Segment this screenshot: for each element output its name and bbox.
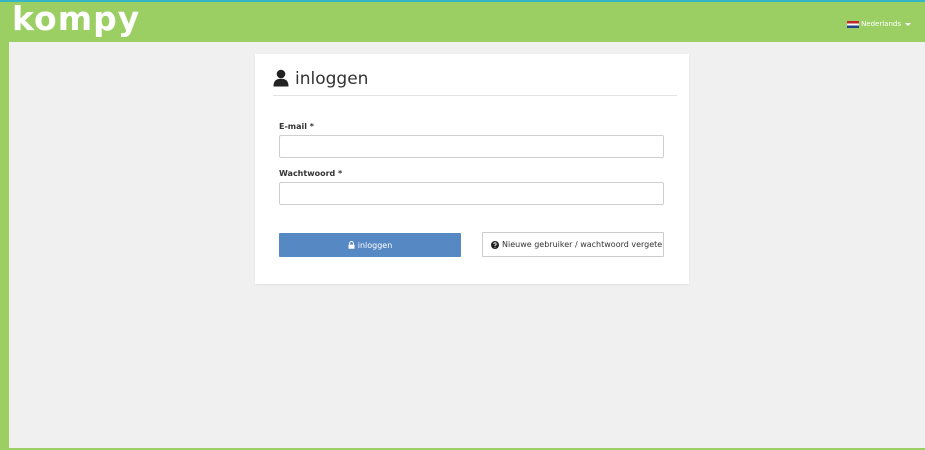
new-user-forgot-password-button[interactable]: Nieuwe gebruiker / wachtwoord vergeten xyxy=(482,232,664,257)
page: kompy Nederlands inloggen E-mail * Wacht… xyxy=(0,0,925,450)
lock-icon xyxy=(348,241,355,249)
new-user-button-label: Nieuwe gebruiker / wachtwoord vergeten xyxy=(502,240,664,249)
email-label: E-mail * xyxy=(279,122,314,131)
language-selector[interactable]: Nederlands xyxy=(847,20,911,28)
password-label: Wachtwoord * xyxy=(279,169,343,178)
question-circle-icon xyxy=(491,240,499,249)
chevron-down-icon xyxy=(905,22,911,26)
kompy-logo[interactable]: kompy xyxy=(12,0,140,39)
user-icon xyxy=(273,69,289,87)
password-input[interactable] xyxy=(279,182,664,205)
top-navbar: kompy Nederlands xyxy=(0,0,925,42)
flag-nl-icon xyxy=(847,20,860,28)
language-label: Nederlands xyxy=(861,20,901,28)
login-button-label: inloggen xyxy=(357,240,393,250)
left-border xyxy=(0,42,9,450)
email-input[interactable] xyxy=(279,135,664,158)
login-card: inloggen E-mail * Wachtwoord * inloggen … xyxy=(255,54,689,284)
page-title: inloggen xyxy=(295,69,369,89)
login-button[interactable]: inloggen xyxy=(279,233,461,257)
login-card-header: inloggen xyxy=(273,68,677,96)
